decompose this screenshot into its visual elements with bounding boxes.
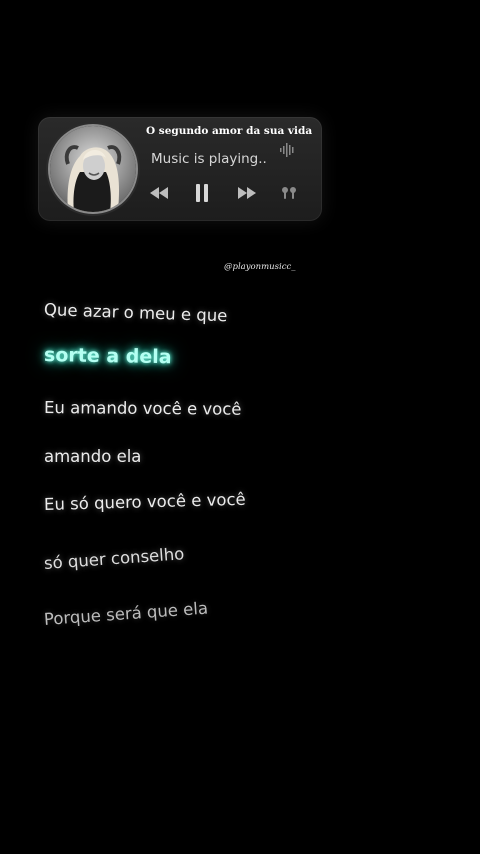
pause-button[interactable] — [194, 183, 210, 203]
playback-status: Music is playing.. — [151, 151, 267, 167]
earbuds-icon — [282, 187, 296, 199]
fast-forward-icon — [238, 187, 256, 199]
song-title: O segundo amor da sua vida — [146, 125, 313, 137]
lyric-line-active: sorte a dela — [43, 344, 172, 369]
sound-wave-icon — [280, 142, 296, 157]
lyric-line: Eu só quero você e você — [43, 489, 246, 514]
music-player-card: O segundo amor da sua vida Music is play… — [38, 117, 322, 221]
album-art — [50, 126, 136, 212]
pause-icon — [196, 184, 208, 202]
rewind-button[interactable] — [148, 186, 170, 200]
creator-credit: @playonmusicc_ — [224, 262, 296, 272]
album-art-portrait — [50, 126, 136, 212]
rewind-icon — [150, 187, 168, 199]
fast-forward-button[interactable] — [236, 186, 258, 200]
lyric-line: só quer conselho — [43, 544, 185, 573]
lyric-line: Eu amando você e você — [43, 398, 242, 419]
lyric-line: Que azar o meu e que — [43, 300, 228, 326]
earbuds-button[interactable] — [281, 185, 297, 201]
lyric-line: amando ela — [44, 447, 142, 466]
lyric-line: Porque será que ela — [43, 598, 209, 629]
